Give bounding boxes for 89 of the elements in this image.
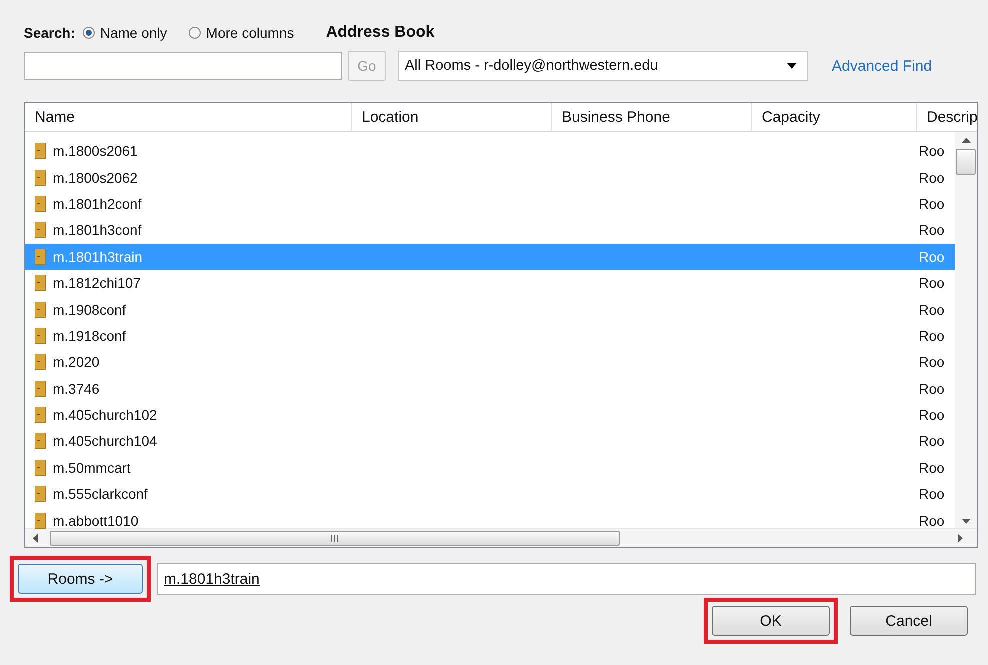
table-cell: m.1812chi107 [53,275,141,292]
cancel-button[interactable]: Cancel [850,606,968,636]
table-cell: m.50mmcart [53,460,131,476]
table-cell-text: Roo [919,380,946,397]
table-cell-text: Roo [919,196,946,212]
table-row[interactable]: m.3746 Roo [25,376,955,402]
table-row[interactable]: m.405church104 Roo [25,428,955,455]
scroll-up-icon[interactable] [962,138,970,143]
scroll-right-icon[interactable] [958,534,963,542]
table-cell: m.2020 [53,354,100,370]
table-row[interactable]: m.1812chi107 Roo [25,270,955,296]
table-cell: m.555clarkconf [53,486,148,502]
search-option[interactable]: Name only [83,25,168,41]
table-cell-text: Roo [919,170,946,186]
table-cell-text: Roo [919,460,946,476]
grip-icon [330,534,340,542]
table-row[interactable]: m.1908conf Roo [25,296,955,323]
address-book-label: Address Book [326,24,435,42]
search-field[interactable] [24,52,342,80]
table-row[interactable]: m.50mmcart Roo [25,454,955,482]
table-cell-text: Roo [919,143,946,160]
room-icon [35,380,46,397]
table-cell-text: Roo [919,275,946,292]
room-icon [35,460,46,476]
scroll-thumb[interactable] [956,149,976,175]
room-icon [35,486,46,502]
table-cell-text: Roo [919,302,946,318]
scroll-left-icon[interactable] [33,534,38,542]
table-row[interactable]: m.1800s2061 Roo [25,138,955,164]
radio-label: Name only [100,25,168,41]
table-cell-text: Roo [919,512,946,529]
table-cell: m.405church104 [53,433,158,450]
table-row[interactable]: m.2020 Roo [25,349,955,376]
column-header[interactable]: Descrip [917,103,975,131]
radio-button[interactable] [189,27,202,39]
room-icon [35,512,46,529]
table-cell: m.1801h3conf [53,222,142,238]
caret-icon [787,63,797,69]
table-cell: m.405church102 [53,407,158,424]
scroll-thumb[interactable] [50,530,620,546]
table-row[interactable]: m.555clarkconf Roo [25,481,955,508]
column-header[interactable]: Capacity [752,103,917,131]
table-cell-text: Roo [919,354,946,370]
room-icon [35,196,46,212]
radio-button[interactable] [83,27,96,39]
table-row[interactable]: m.405church102 Roo [25,402,955,428]
room-icon [35,275,46,292]
room-icon [35,328,46,344]
address-book-dropdown[interactable]: All Rooms - r-dolley@northwestern.edu [398,51,808,81]
table-cell: m.1801h3train [53,248,143,265]
horizontal-scrollbar[interactable] [25,528,977,547]
table-cell: m.abbott1010 [53,512,139,529]
vertical-scrollbar[interactable] [955,132,977,528]
table-cell: m.1918conf [53,328,126,344]
table-cell: m.3746 [53,380,100,397]
advanced-find-link[interactable]: Advanced Find [832,58,932,74]
table-row[interactable]: m.abbott1010 Roo [25,507,955,534]
column-header[interactable]: Name [25,103,352,131]
ok-button[interactable]: OK [712,606,830,636]
table-row[interactable]: m.1800s2062 Roo [25,164,955,191]
room-icon [35,222,46,238]
column-header[interactable]: Business Phone [552,103,752,131]
table-cell: m.1800s2062 [53,170,138,186]
room-icon [35,354,46,370]
table-cell-text: Roo [919,222,946,238]
room-icon [35,248,46,265]
scroll-down-icon[interactable] [962,519,970,524]
room-icon [35,407,46,424]
table-cell-text: Roo [919,407,946,424]
table-cell-text: Roo [919,328,946,344]
search-option[interactable]: More columns [189,25,294,41]
table-row[interactable]: m.1801h3conf Roo [25,217,955,244]
table-row[interactable]: m.1918conf Roo [25,322,955,350]
search-label: Search: [24,25,76,41]
table-row[interactable]: m.1801h2conf Roo [25,190,955,218]
room-icon [35,170,46,186]
table-cell-text: Roo [919,248,946,265]
table-cell-text: Roo [919,486,946,502]
rooms-field[interactable]: m.1801h3train [157,563,976,595]
column-header[interactable]: Location [352,103,552,131]
table-cell: m.1801h2conf [53,196,142,212]
table-cell: m.1800s2061 [53,143,138,160]
table-cell: m.1908conf [53,302,126,318]
room-icon [35,433,46,450]
room-icon [35,302,46,318]
radio-label: More columns [206,25,294,41]
room-icon [35,143,46,160]
rooms-button[interactable]: Rooms -> [18,564,143,594]
table-cell-text: Roo [919,433,946,450]
